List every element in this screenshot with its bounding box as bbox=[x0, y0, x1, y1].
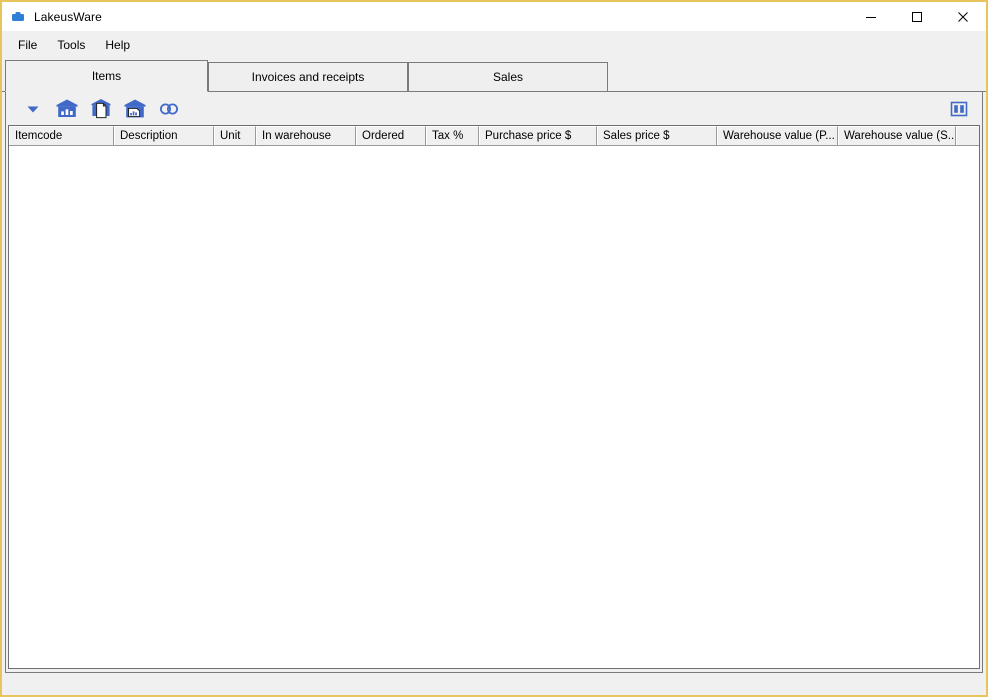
menu-item-help[interactable]: Help bbox=[95, 34, 140, 56]
toolbar bbox=[6, 92, 982, 125]
window-controls bbox=[848, 2, 986, 31]
column-header-sales-price[interactable]: Sales price $ bbox=[597, 126, 717, 145]
warehouse-report-button[interactable] bbox=[118, 95, 152, 123]
close-button[interactable] bbox=[940, 2, 986, 31]
minimize-button[interactable] bbox=[848, 2, 894, 31]
tab-content-panel: Itemcode Description Unit In warehouse O… bbox=[5, 92, 983, 673]
column-header-ordered[interactable]: Ordered bbox=[356, 126, 426, 145]
chevron-down-icon bbox=[27, 106, 39, 112]
grid-body[interactable] bbox=[9, 146, 979, 668]
warehouse-document-icon bbox=[91, 98, 111, 118]
items-grid[interactable]: Itemcode Description Unit In warehouse O… bbox=[8, 125, 980, 669]
tab-invoices-and-receipts-label: Invoices and receipts bbox=[251, 70, 365, 84]
column-header-in-warehouse[interactable]: In warehouse bbox=[256, 126, 356, 145]
column-header-itemcode[interactable]: Itemcode bbox=[9, 126, 114, 145]
tab-sales[interactable]: Sales bbox=[408, 62, 608, 92]
split-view-button[interactable] bbox=[942, 95, 976, 123]
grid-header-row: Itemcode Description Unit In warehouse O… bbox=[9, 126, 979, 146]
column-header-filler[interactable] bbox=[956, 126, 979, 145]
column-header-warehouse-value-purchase[interactable]: Warehouse value (P... bbox=[717, 126, 838, 145]
column-header-unit[interactable]: Unit bbox=[214, 126, 256, 145]
column-header-description[interactable]: Description bbox=[114, 126, 214, 145]
title-bar: LakeusWare bbox=[2, 2, 986, 31]
warehouse-report-icon bbox=[124, 99, 146, 117]
menu-item-file[interactable]: File bbox=[8, 34, 47, 56]
tab-strip: Items Invoices and receipts Sales bbox=[2, 59, 986, 92]
warehouse-document-button[interactable] bbox=[84, 95, 118, 123]
status-bar bbox=[2, 673, 986, 695]
maximize-button[interactable] bbox=[894, 2, 940, 31]
menu-bar: File Tools Help bbox=[2, 31, 986, 59]
minimize-icon bbox=[866, 16, 876, 18]
window-title: LakeusWare bbox=[34, 9, 102, 24]
tab-invoices-and-receipts[interactable]: Invoices and receipts bbox=[208, 62, 408, 92]
application-window: LakeusWare File Tools Help Items Invoice… bbox=[0, 0, 988, 697]
warehouse-chart-icon bbox=[56, 99, 78, 117]
tab-items[interactable]: Items bbox=[5, 60, 208, 92]
dropdown-arrow-button[interactable] bbox=[16, 95, 50, 123]
maximize-icon bbox=[912, 11, 922, 22]
close-icon bbox=[958, 11, 968, 22]
link-chain-icon bbox=[160, 103, 178, 114]
tab-items-label: Items bbox=[91, 69, 122, 83]
split-panel-icon bbox=[950, 101, 968, 116]
column-header-warehouse-value-sales[interactable]: Warehouse value (S... bbox=[838, 126, 956, 145]
column-header-tax-percent[interactable]: Tax % bbox=[426, 126, 479, 145]
tab-sales-label: Sales bbox=[492, 70, 524, 84]
menu-item-tools[interactable]: Tools bbox=[47, 34, 95, 56]
link-items-button[interactable] bbox=[152, 95, 186, 123]
toolbar-right-group bbox=[942, 92, 976, 125]
app-box-icon bbox=[10, 9, 26, 25]
column-header-purchase-price[interactable]: Purchase price $ bbox=[479, 126, 597, 145]
warehouse-stock-button[interactable] bbox=[50, 95, 84, 123]
